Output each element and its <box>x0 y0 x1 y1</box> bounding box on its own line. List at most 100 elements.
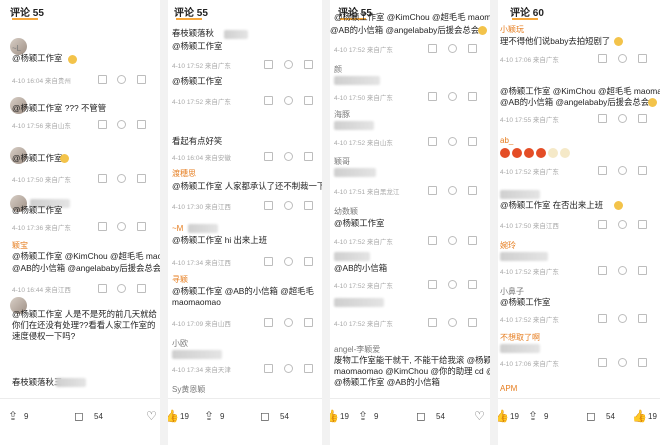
like-icon[interactable] <box>468 280 477 289</box>
comment-icon[interactable] <box>618 54 627 63</box>
like-icon[interactable]: 👍 <box>330 409 339 423</box>
like-icon[interactable]: 👍 <box>168 409 179 423</box>
like-icon[interactable] <box>638 358 647 367</box>
comment-icon[interactable] <box>448 186 457 195</box>
like-icon[interactable]: ♡ <box>146 409 157 423</box>
like-icon[interactable]: 👍 <box>632 409 647 423</box>
like-icon[interactable] <box>468 186 477 195</box>
comment-icon[interactable] <box>448 318 457 327</box>
share-icon[interactable] <box>598 314 607 323</box>
share-count: 9 <box>544 412 549 421</box>
like-icon[interactable]: ♡ <box>474 409 485 423</box>
share-icon[interactable] <box>598 266 607 275</box>
comment-icon[interactable] <box>117 174 126 183</box>
comment-icon[interactable] <box>618 266 627 275</box>
comment-icon[interactable] <box>284 201 293 210</box>
share-icon[interactable] <box>598 54 607 63</box>
share-icon[interactable] <box>598 220 607 229</box>
like-icon[interactable] <box>468 318 477 327</box>
comment-author: Sy黄恩颖 <box>172 385 206 394</box>
like-icon[interactable] <box>137 174 146 183</box>
comment-icon[interactable] <box>284 96 293 105</box>
like-icon[interactable] <box>638 54 647 63</box>
like-icon[interactable] <box>304 201 313 210</box>
like-icon[interactable] <box>638 314 647 323</box>
comment-icon[interactable] <box>618 220 627 229</box>
share-icon[interactable] <box>98 284 107 293</box>
comment-icon[interactable] <box>117 222 126 231</box>
share-icon[interactable] <box>264 60 273 69</box>
share-icon[interactable] <box>98 120 107 129</box>
comment-icon[interactable] <box>618 166 627 175</box>
comment-icon[interactable] <box>284 60 293 69</box>
share-icon[interactable] <box>98 75 107 84</box>
like-icon[interactable] <box>638 266 647 275</box>
comment-author: APM <box>500 384 518 393</box>
share-icon[interactable] <box>428 186 437 195</box>
share-icon[interactable]: ⇪ <box>528 409 538 423</box>
share-icon[interactable] <box>264 152 273 161</box>
share-icon[interactable] <box>428 318 437 327</box>
like-icon[interactable] <box>304 318 313 327</box>
share-icon[interactable] <box>598 358 607 367</box>
share-icon[interactable]: ⇪ <box>358 409 368 423</box>
comment-text: @AB的小信箱 @angelababy后援会总会 <box>330 25 480 35</box>
like-icon[interactable] <box>304 364 313 373</box>
like-icon[interactable] <box>468 92 477 101</box>
like-icon[interactable] <box>304 96 313 105</box>
comment-icon[interactable] <box>117 75 126 84</box>
comment-icon[interactable] <box>284 318 293 327</box>
share-icon[interactable] <box>98 222 107 231</box>
comment-icon[interactable] <box>284 257 293 266</box>
like-icon[interactable] <box>468 44 477 53</box>
comment-icon[interactable] <box>284 152 293 161</box>
share-icon[interactable] <box>598 114 607 123</box>
like-icon[interactable] <box>638 166 647 175</box>
like-icon[interactable] <box>468 137 477 146</box>
comment-icon[interactable] <box>117 284 126 293</box>
share-icon[interactable] <box>428 137 437 146</box>
like-icon[interactable] <box>137 222 146 231</box>
share-icon[interactable] <box>98 174 107 183</box>
share-icon[interactable]: ⇪ <box>204 409 214 423</box>
comment-icon[interactable] <box>618 114 627 123</box>
like-icon[interactable] <box>638 114 647 123</box>
share-icon[interactable] <box>428 92 437 101</box>
share-icon[interactable] <box>264 364 273 373</box>
comment-text: maomaomao <box>172 297 221 307</box>
comment-icon[interactable] <box>618 314 627 323</box>
comment-icon[interactable] <box>284 364 293 373</box>
comment-meta: 4-10 17:50 来自广东 <box>334 95 393 102</box>
comment-icon[interactable] <box>448 92 457 101</box>
comment-icon[interactable] <box>618 358 627 367</box>
like-count: 19 <box>510 412 519 421</box>
share-icon[interactable] <box>598 166 607 175</box>
share-icon[interactable]: ⇪ <box>8 409 18 423</box>
share-icon[interactable] <box>428 236 437 245</box>
share-icon[interactable] <box>428 280 437 289</box>
comment-icon[interactable]: ◻ <box>260 409 270 423</box>
like-icon[interactable] <box>137 75 146 84</box>
like-icon[interactable]: 👍 <box>498 409 509 423</box>
like-icon[interactable] <box>137 284 146 293</box>
comment-icon[interactable] <box>448 236 457 245</box>
like-icon[interactable] <box>304 257 313 266</box>
share-icon[interactable] <box>264 318 273 327</box>
like-icon[interactable] <box>638 220 647 229</box>
comment-icon[interactable]: ◻ <box>416 409 426 423</box>
comment-icon[interactable] <box>117 120 126 129</box>
like-icon[interactable] <box>304 60 313 69</box>
share-icon[interactable] <box>264 201 273 210</box>
comment-icon[interactable] <box>448 44 457 53</box>
like-icon[interactable] <box>137 120 146 129</box>
share-icon[interactable] <box>428 44 437 53</box>
like-icon[interactable] <box>304 152 313 161</box>
like-icon[interactable] <box>468 236 477 245</box>
comment-icon[interactable] <box>448 280 457 289</box>
comment-icon[interactable]: ◻ <box>586 409 596 423</box>
share-icon[interactable] <box>264 96 273 105</box>
comment-icon[interactable] <box>448 137 457 146</box>
comment-icon[interactable]: ◻ <box>74 409 84 423</box>
share-icon[interactable] <box>264 257 273 266</box>
comment-meta: 4-10 17:52 来自广东 <box>500 317 559 324</box>
